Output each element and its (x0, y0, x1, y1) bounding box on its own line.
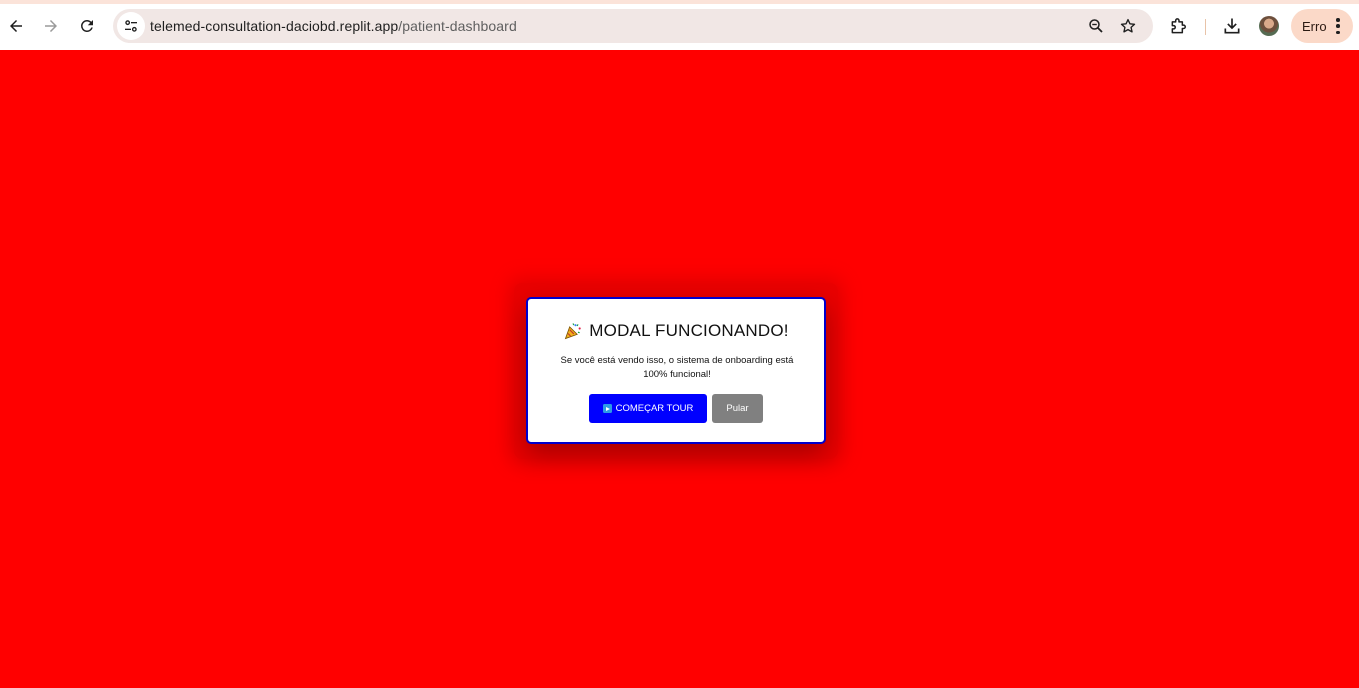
site-info-button[interactable] (117, 12, 145, 40)
profile-avatar[interactable] (1259, 16, 1279, 36)
bookmark-button[interactable] (1118, 16, 1138, 36)
modal-actions: COMEÇAR TOUR Pular (528, 394, 824, 423)
skip-button[interactable]: Pular (712, 394, 763, 423)
puzzle-icon (1171, 18, 1186, 34)
arrow-right-icon (45, 20, 57, 32)
start-tour-label: COMEÇAR TOUR (615, 403, 694, 414)
reload-icon (81, 20, 93, 32)
zoom-icon (1089, 19, 1103, 33)
star-icon (1120, 18, 1136, 33)
play-button-icon (602, 404, 612, 413)
page-viewport: MODAL FUNCIONANDO! Se você está vendo is… (0, 50, 1359, 688)
toolbar-divider (1205, 19, 1206, 35)
modal-description: Se você está vendo isso, o sistema de on… (560, 355, 794, 380)
extensions-button[interactable] (1167, 14, 1191, 38)
profile-error-label: Erro (1302, 18, 1327, 34)
profile-error-chip[interactable]: Erro (1291, 9, 1353, 43)
forward-button[interactable] (36, 11, 66, 41)
back-button[interactable] (1, 11, 31, 41)
address-bar[interactable]: telemed-consultation-daciobd.replit.app/… (113, 9, 1153, 43)
url-text[interactable]: telemed-consultation-daciobd.replit.app/… (150, 18, 517, 34)
start-tour-button[interactable]: COMEÇAR TOUR (589, 394, 707, 423)
arrow-left-icon (10, 20, 22, 32)
reload-button[interactable] (72, 11, 102, 41)
downloads-button[interactable] (1220, 14, 1244, 38)
tune-icon (125, 20, 137, 32)
zoom-button[interactable] (1086, 16, 1106, 36)
browser-toolbar: telemed-consultation-daciobd.replit.app/… (0, 4, 1359, 50)
onboarding-modal: MODAL FUNCIONANDO! Se você está vendo is… (526, 297, 826, 444)
url-host: telemed-consultation-daciobd.replit.app (150, 18, 399, 34)
party-popper-icon (565, 323, 582, 340)
download-icon (1224, 18, 1240, 34)
modal-title-text: MODAL FUNCIONANDO! (589, 321, 789, 340)
modal-title: MODAL FUNCIONANDO! (528, 321, 824, 341)
kebab-menu-icon[interactable] (1335, 18, 1341, 34)
url-path: /patient-dashboard (398, 18, 517, 34)
